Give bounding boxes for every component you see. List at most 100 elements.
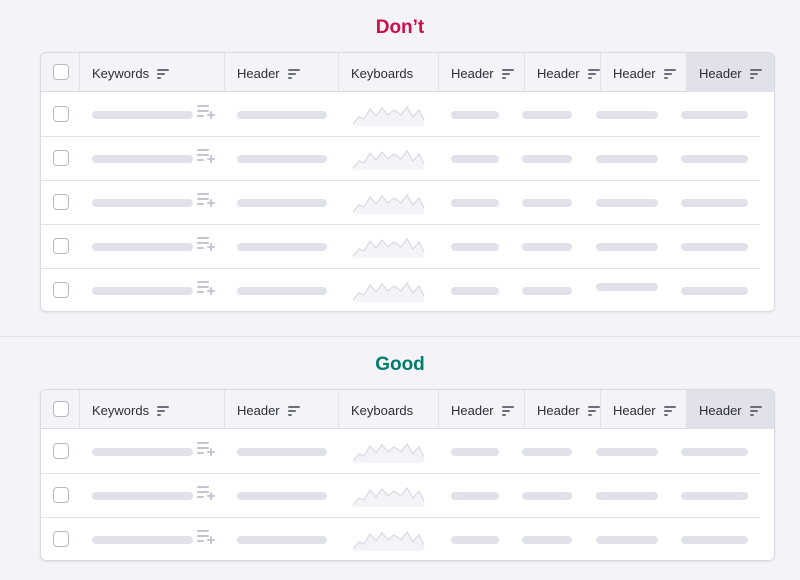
select-all-checkbox[interactable] [53,64,69,80]
column-header-7[interactable]: Header [687,390,774,429]
row-checkbox[interactable] [53,150,69,166]
column-header-3[interactable]: Keyboards [339,390,439,429]
column-header-5[interactable]: Header [525,390,601,429]
table-row [41,518,774,560]
skeleton-bar [681,287,748,295]
skeleton-bar [451,243,499,251]
skeleton-bar [451,448,499,456]
row-checkbox[interactable] [53,443,69,459]
skeleton-bar [92,536,193,544]
column-header-2[interactable]: Header [225,390,339,429]
sort-icon[interactable] [501,405,514,416]
table-row [41,225,774,269]
sort-icon[interactable] [587,68,600,79]
sort-icon[interactable] [287,405,300,416]
column-header-label: Header [451,65,494,81]
skeleton-bar [237,155,327,163]
column-header-3[interactable]: Keyboards [339,53,439,92]
skeleton-bar [451,111,499,119]
sparkline-chart [352,442,425,463]
dont-table: Keywords Header Keyboards Header Header Heade… [40,52,775,312]
skeleton-bar [522,243,572,251]
column-header-label: Header [237,65,280,81]
add-to-list-icon[interactable] [197,237,215,251]
column-header-label: Header [613,65,656,81]
column-header-4[interactable]: Header [439,390,525,429]
column-header-1[interactable]: Keywords [80,390,225,429]
skeleton-bar [451,287,499,295]
column-header-label: Keyboards [351,402,414,418]
table-row [41,137,774,181]
good-title: Good [375,354,425,375]
skeleton-bar [237,448,327,456]
column-header-5[interactable]: Header [525,53,601,92]
add-to-list-icon[interactable] [197,486,215,500]
table-row [41,93,774,137]
sparkline-chart [352,105,425,126]
skeleton-bar [596,243,658,251]
skeleton-bar [92,199,193,207]
skeleton-bar [92,448,193,456]
table-header: Keywords Header Keyboards Header Header Heade… [41,53,774,92]
add-to-list-icon[interactable] [197,193,215,207]
row-checkbox[interactable] [53,106,69,122]
skeleton-bar [451,155,499,163]
column-header-label: Header [537,402,580,418]
column-header-1[interactable]: Keywords [80,53,225,92]
select-all-checkbox[interactable] [53,401,69,417]
table-row [41,474,774,518]
column-header-label: Header [699,65,742,81]
sort-icon[interactable] [749,405,762,416]
column-header-label: Keywords [92,65,150,81]
row-checkbox[interactable] [53,487,69,503]
sparkline-chart [352,193,425,214]
skeleton-bar [596,155,658,163]
sort-icon[interactable] [663,68,676,79]
skeleton-bar [596,536,658,544]
column-header-6[interactable]: Header [601,390,687,429]
skeleton-bar [522,155,572,163]
skeleton-bar [92,111,193,119]
sort-icon[interactable] [501,68,514,79]
sort-icon[interactable] [287,68,300,79]
add-to-list-icon[interactable] [197,442,215,456]
skeleton-bar [92,287,193,295]
sparkline-chart [352,149,425,170]
column-header-label: Header [451,402,494,418]
add-to-list-icon[interactable] [197,281,215,295]
row-checkbox[interactable] [53,194,69,210]
sparkline-chart [352,486,425,507]
table-row [41,269,774,311]
row-checkbox[interactable] [53,282,69,298]
skeleton-bar [237,243,327,251]
row-checkbox[interactable] [53,238,69,254]
skeleton-bar [237,111,327,119]
sort-icon[interactable] [663,405,676,416]
skeleton-bar [451,199,499,207]
skeleton-bar [522,536,572,544]
add-to-list-icon[interactable] [197,105,215,119]
sort-icon[interactable] [749,68,762,79]
skeleton-bar [596,448,658,456]
column-header-4[interactable]: Header [439,53,525,92]
column-header-label: Header [537,65,580,81]
table-header: Keywords Header Keyboards Header Header Heade… [41,390,774,429]
sort-icon[interactable] [157,68,170,79]
column-header-label: Header [699,402,742,418]
row-checkbox[interactable] [53,531,69,547]
skeleton-bar [681,536,748,544]
add-to-list-icon[interactable] [197,530,215,544]
column-header-label: Header [237,402,280,418]
skeleton-bar [237,536,327,544]
column-header-6[interactable]: Header [601,53,687,92]
column-header-2[interactable]: Header [225,53,339,92]
sort-icon[interactable] [587,405,600,416]
skeleton-bar [681,492,748,500]
skeleton-bar [237,492,327,500]
good-table: Keywords Header Keyboards Header Header Heade… [40,389,775,561]
column-header-7[interactable]: Header [687,53,774,92]
sort-icon[interactable] [157,405,170,416]
good-section: Good Keywords Header Keyboards Header Header… [0,336,800,580]
dont-title: Don’t [375,17,425,38]
add-to-list-icon[interactable] [197,149,215,163]
